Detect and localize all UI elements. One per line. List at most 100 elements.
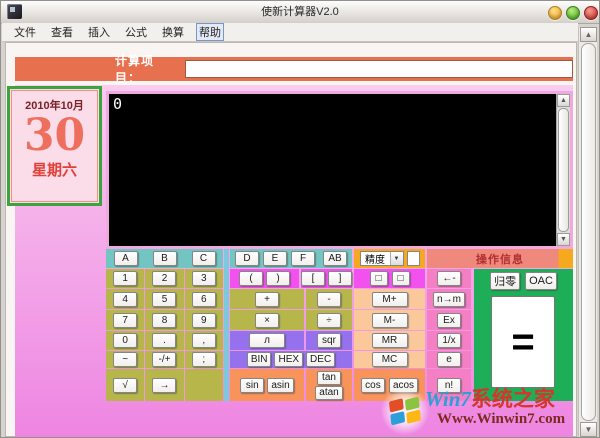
key-c[interactable]: C xyxy=(191,251,216,266)
keypad-separator xyxy=(224,249,229,401)
minimize-button[interactable] xyxy=(548,6,562,20)
key-euler[interactable]: e xyxy=(437,352,461,367)
key-hex[interactable]: HEX xyxy=(274,352,304,367)
key-2[interactable]: 2 xyxy=(152,271,177,286)
key-mc[interactable]: MC xyxy=(371,352,408,367)
key-close-bracket[interactable]: ] xyxy=(328,271,352,286)
key-4[interactable]: 4 xyxy=(113,291,138,307)
key-9[interactable]: 9 xyxy=(191,312,216,328)
key-open-bracket[interactable]: [ xyxy=(301,271,325,286)
watermark-brand: Win7系统之家 xyxy=(425,387,565,411)
key-f[interactable]: F xyxy=(291,251,315,266)
calendar-weekday: 星期六 xyxy=(31,162,77,179)
calc-display[interactable]: 0 xyxy=(109,94,556,246)
close-button[interactable] xyxy=(584,6,598,20)
key-close-paren[interactable]: ) xyxy=(266,271,290,286)
function-column: ←- n→m Ex 1/x e n! xyxy=(427,269,471,401)
key-e[interactable]: E xyxy=(263,251,287,266)
project-label: 计算项目： xyxy=(115,54,155,85)
menu-item-convert[interactable]: 换算 xyxy=(159,23,187,41)
key-asin[interactable]: asin xyxy=(267,377,294,393)
key-arrow[interactable]: → xyxy=(152,377,177,393)
key-8[interactable]: 8 xyxy=(152,312,177,328)
scrollbar-up-icon[interactable]: ▲ xyxy=(580,27,597,42)
watermark-brand-prefix: Win7 xyxy=(425,387,471,411)
key-7[interactable]: 7 xyxy=(113,312,138,328)
reset-button[interactable]: 归零 xyxy=(490,272,521,290)
key-plus[interactable]: + xyxy=(255,291,279,307)
key-b[interactable]: B xyxy=(152,251,177,266)
key-0[interactable]: 0 xyxy=(113,333,138,348)
key-multiply[interactable]: × xyxy=(255,312,279,328)
window-scroll-thumb[interactable] xyxy=(581,43,596,421)
key-sqr[interactable]: sqr xyxy=(317,333,341,348)
key-5[interactable]: 5 xyxy=(152,291,177,307)
calendar-inner: 2010年10月 30 星期六 xyxy=(11,90,98,202)
precision-select[interactable]: 精度 ▼ xyxy=(359,251,404,266)
key-mminus[interactable]: M- xyxy=(371,312,408,328)
oac-button[interactable]: OAC xyxy=(525,272,557,290)
key-3[interactable]: 3 xyxy=(191,271,216,286)
menu-bar: 文件 查看 插入 公式 换算 帮助 xyxy=(2,23,578,42)
key-mr[interactable]: MR xyxy=(371,333,408,348)
menu-item-insert[interactable]: 插入 xyxy=(85,23,113,41)
watermark: Win7系统之家 Www.Winwin7.com xyxy=(381,387,599,437)
key-minus[interactable]: - xyxy=(317,291,341,307)
display-scroll-thumb[interactable] xyxy=(558,108,569,232)
key-sin[interactable]: sin xyxy=(240,377,265,393)
numeric-keypad: 1 2 3 4 5 6 7 8 9 0 . , ~ -/+ ; √ → xyxy=(106,269,223,401)
precision-label: 精度 xyxy=(365,255,385,266)
key-d[interactable]: D xyxy=(235,251,259,266)
key-dot[interactable]: . xyxy=(152,333,177,348)
key-dec[interactable]: DEC xyxy=(306,352,336,367)
menu-item-file[interactable]: 文件 xyxy=(11,23,39,41)
key-semicolon[interactable]: ; xyxy=(191,352,216,367)
key-comma[interactable]: , xyxy=(191,333,216,348)
menu-item-help[interactable]: 帮助 xyxy=(196,23,224,41)
chevron-down-icon[interactable]: ▼ xyxy=(389,252,403,265)
key-atan[interactable]: atan xyxy=(315,385,343,400)
key-ab[interactable]: AB xyxy=(323,251,347,266)
key-sqrt[interactable]: √ xyxy=(113,377,138,393)
key-backspace[interactable]: ←- xyxy=(437,271,461,286)
key-divide[interactable]: ÷ xyxy=(317,312,341,328)
project-bar: 计算项目： xyxy=(15,54,573,85)
key-bin[interactable]: BIN xyxy=(246,352,272,367)
key-tan[interactable]: tan xyxy=(317,370,341,385)
menu-item-formula[interactable]: 公式 xyxy=(122,23,150,41)
key-1[interactable]: 1 xyxy=(113,271,138,286)
operator-column: D E F AB ( ) [ ] + - × ÷ л sqr BIN HEX D… xyxy=(230,249,352,401)
key-mplus[interactable]: M+ xyxy=(371,291,408,307)
display-frame: 0 ▲ ▼ xyxy=(106,91,573,249)
calendar-widget: 2010年10月 30 星期六 xyxy=(7,86,102,206)
key-6[interactable]: 6 xyxy=(191,291,216,307)
maximize-button[interactable] xyxy=(566,6,580,20)
key-tilde[interactable]: ~ xyxy=(113,352,138,367)
scroll-down-icon[interactable]: ▼ xyxy=(557,233,570,246)
precision-box[interactable] xyxy=(406,251,420,266)
precision-header: 精度 ▼ xyxy=(354,249,425,268)
scroll-up-icon[interactable]: ▲ xyxy=(557,94,570,107)
key-pi[interactable]: л xyxy=(249,333,285,348)
key-reciprocal[interactable]: 1/x xyxy=(437,333,461,348)
menu-item-view[interactable]: 查看 xyxy=(48,23,76,41)
equals-block: 归零 OAC = xyxy=(474,269,573,401)
key-negate[interactable]: -/+ xyxy=(152,352,177,367)
window-scrollbar[interactable]: ▲ ▼ xyxy=(578,27,597,437)
hex-header-right: D E F AB xyxy=(230,249,352,268)
equals-button[interactable]: = xyxy=(491,296,555,388)
key-square-2[interactable]: □ xyxy=(391,271,410,286)
hex-header-left: A B C xyxy=(106,249,223,268)
memory-column: 精度 ▼ □ □ M+ M- MR MC cos acos xyxy=(354,249,425,401)
display-scrollbar[interactable]: ▲ ▼ xyxy=(556,94,570,246)
operation-info-label: 操作信息 xyxy=(476,253,524,266)
project-input[interactable] xyxy=(184,60,573,78)
watermark-url: Www.Winwin7.com xyxy=(437,411,566,427)
key-ex[interactable]: Ex xyxy=(437,312,461,328)
key-open-paren[interactable]: ( xyxy=(239,271,263,286)
keypad: A B C 1 2 3 4 5 6 7 8 9 0 . , ~ -/+ ; √ … xyxy=(106,249,573,401)
key-square-1[interactable]: □ xyxy=(369,271,388,286)
empty-cell xyxy=(184,369,223,401)
key-ntom[interactable]: n→m xyxy=(433,291,465,307)
key-a[interactable]: A xyxy=(113,251,138,266)
